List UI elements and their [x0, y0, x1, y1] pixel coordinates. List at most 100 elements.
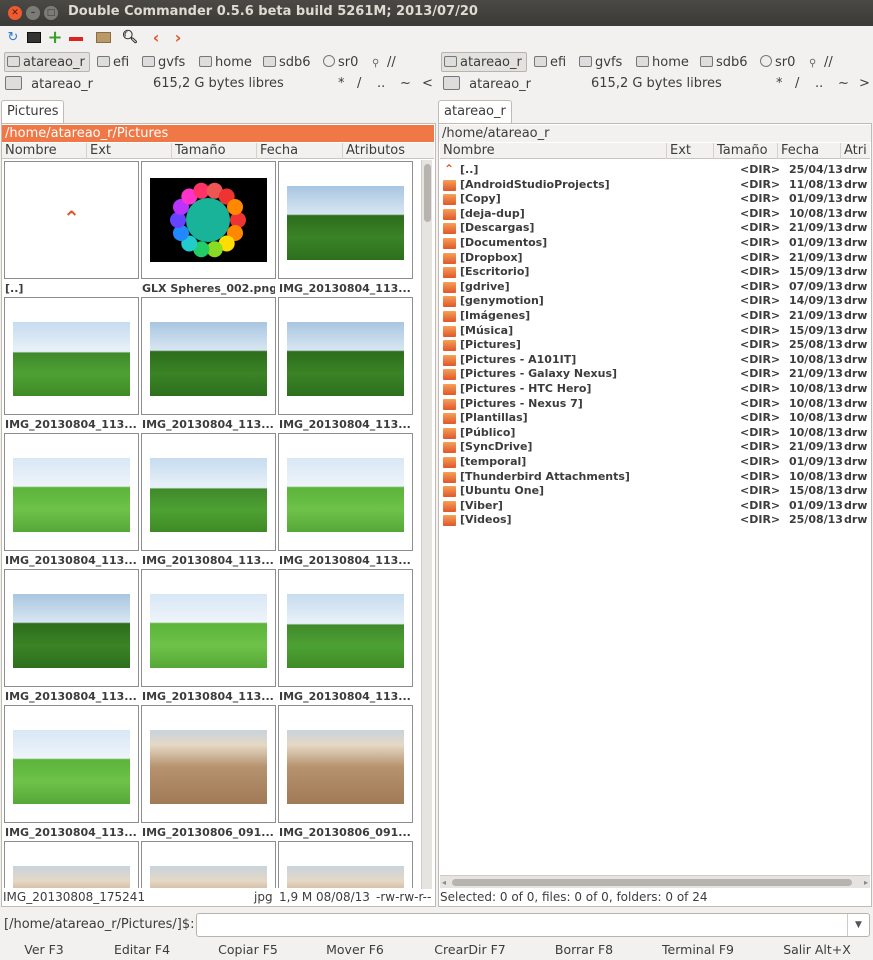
chevron-down-icon[interactable]: ▼: [847, 914, 869, 936]
nav-slash-button[interactable]: /: [357, 76, 361, 91]
file-row[interactable]: [Plantillas] <DIR> 10/08/13 drw: [441, 411, 869, 426]
move-f6-button[interactable]: Mover F6: [310, 942, 400, 957]
file-row[interactable]: [gdrive] <DIR> 07/09/13 drw: [441, 280, 869, 295]
nav-history-button[interactable]: >: [859, 76, 870, 91]
file-row[interactable]: [temporal] <DIR> 01/09/13 drw: [441, 455, 869, 470]
delete-f8-button[interactable]: Borrar F8: [538, 942, 630, 957]
terminal-f9-button[interactable]: Terminal F9: [652, 942, 744, 957]
right-horizontal-scrollbar[interactable]: ◂ ▸: [440, 875, 870, 888]
drive-button[interactable]: sr0: [757, 52, 800, 72]
file-row[interactable]: [Documentos] <DIR> 01/09/13 drw: [441, 236, 869, 251]
file-row[interactable]: [Pictures - Nexus 7] <DIR> 10/08/13 drw: [441, 397, 869, 412]
file-row[interactable]: [Dropbox] <DIR> 21/09/13 drw: [441, 251, 869, 266]
thumbnail-item[interactable]: IMG_20130804_113...: [277, 296, 414, 432]
file-row[interactable]: [Copy] <DIR> 01/09/13 drw: [441, 192, 869, 207]
drive-button[interactable]: home: [196, 52, 257, 72]
terminal-icon[interactable]: [25, 29, 43, 47]
thumbnail-item[interactable]: IMG_20130804_113...: [3, 568, 140, 704]
nav-parent-button[interactable]: ..: [815, 76, 823, 91]
thumbnail-item[interactable]: IMG_20130804_113...: [140, 568, 277, 704]
minimize-icon[interactable]: –: [26, 6, 40, 20]
drive-button[interactable]: sdb6: [697, 52, 753, 72]
thumbnail-item[interactable]: IMG_20130804_113...: [3, 432, 140, 568]
file-row[interactable]: [Thunderbird Attachments] <DIR> 10/08/13 dr…: [441, 470, 869, 485]
file-row[interactable]: [genymotion] <DIR> 14/09/13 drw: [441, 294, 869, 309]
nav-history-button[interactable]: <: [422, 76, 433, 91]
nav-home-button[interactable]: ~: [838, 76, 849, 91]
mkdir-f7-button[interactable]: CrearDir F7: [424, 942, 516, 957]
right-path-bar[interactable]: /home/atareao_r: [439, 125, 871, 142]
drive-button[interactable]: efi: [94, 52, 134, 72]
drive-icon[interactable]: [443, 76, 460, 90]
left-path-bar[interactable]: /home/atareao_r/Pictures: [2, 125, 434, 142]
file-row[interactable]: [AndroidStudioProjects] <DIR> 11/08/13 drw: [441, 178, 869, 193]
thumbnail-item[interactable]: IMG_20130804_113...: [140, 296, 277, 432]
drive-button[interactable]: atareao_r: [4, 52, 90, 72]
drive-icon[interactable]: [5, 76, 22, 90]
scrollbar-thumb[interactable]: [424, 164, 431, 222]
folder-icon[interactable]: [94, 29, 112, 47]
thumbnail-item[interactable]: IMG_20130804_113...: [277, 568, 414, 704]
thumbnail-item[interactable]: [3, 840, 140, 888]
left-vertical-scrollbar[interactable]: [421, 160, 432, 889]
command-input[interactable]: ▼: [196, 913, 870, 937]
thumbnail-item[interactable]: ⌃ [..]: [3, 160, 140, 296]
thumbnail-item[interactable]: [140, 840, 277, 888]
file-row[interactable]: [Descargas] <DIR> 21/09/13 drw: [441, 221, 869, 236]
file-row[interactable]: [Escritorio] <DIR> 15/09/13 drw: [441, 265, 869, 280]
thumbnail-item[interactable]: GLX Spheres_002.png: [140, 160, 277, 296]
file-row[interactable]: [Pictures - Galaxy Nexus] <DIR> 21/09/13 dr…: [441, 367, 869, 382]
scroll-right-icon[interactable]: ▸: [864, 878, 868, 887]
column-ext[interactable]: Ext: [87, 143, 172, 159]
column-attributes[interactable]: Atributos: [343, 143, 434, 159]
file-row[interactable]: [Pictures - A101IT] <DIR> 10/08/13 drw: [441, 353, 869, 368]
file-row[interactable]: ⌃ [..] <DIR> 25/04/13 drw: [441, 162, 869, 178]
tab-pictures[interactable]: Pictures: [1, 100, 65, 124]
drive-button[interactable]: sr0: [320, 52, 363, 72]
drive-button[interactable]: sdb6: [260, 52, 316, 72]
forward-icon[interactable]: ›: [169, 29, 187, 47]
thumbnail-item[interactable]: IMG_20130806_091...: [140, 704, 277, 840]
maximize-icon[interactable]: □: [44, 6, 58, 20]
file-row[interactable]: [Público] <DIR> 10/08/13 drw: [441, 426, 869, 441]
file-row[interactable]: [Música] <DIR> 15/09/13 drw: [441, 324, 869, 339]
scroll-left-icon[interactable]: ◂: [442, 878, 446, 887]
copy-f5-button[interactable]: Copiar F5: [203, 942, 293, 957]
file-row[interactable]: [Pictures] <DIR> 25/08/13 drw: [441, 338, 869, 353]
drive-button[interactable]: gvfs: [576, 52, 627, 72]
thumbnail-item[interactable]: IMG_20130804_113...: [140, 432, 277, 568]
back-icon[interactable]: ‹: [147, 29, 165, 47]
nav-root-button[interactable]: *: [338, 76, 345, 91]
remove-icon[interactable]: [67, 29, 85, 47]
nav-root-button[interactable]: *: [776, 76, 783, 91]
drive-button[interactable]: efi: [531, 52, 571, 72]
file-row[interactable]: [Pictures - HTC Hero] <DIR> 10/08/13 drw: [441, 382, 869, 397]
edit-f4-button[interactable]: Editar F4: [97, 942, 187, 957]
close-icon[interactable]: ✕: [8, 6, 22, 20]
thumbnail-item[interactable]: IMG_20130804_113...: [3, 704, 140, 840]
thumbnail-item[interactable]: IMG_20130806_091...: [277, 704, 414, 840]
tab-atareao[interactable]: atareao_r: [438, 100, 512, 124]
drive-button[interactable]: atareao_r: [441, 52, 527, 72]
file-row[interactable]: [SyncDrive] <DIR> 21/09/13 drw: [441, 440, 869, 455]
drive-button[interactable]: ⚲//: [369, 52, 401, 72]
column-size[interactable]: Tamaño: [172, 143, 257, 159]
file-row[interactable]: [Viber] <DIR> 01/09/13 drw: [441, 499, 869, 514]
refresh-icon[interactable]: ↻: [4, 29, 22, 47]
view-f3-button[interactable]: Ver F3: [0, 942, 88, 957]
column-attributes[interactable]: Atri: [841, 143, 870, 159]
file-row[interactable]: [deja-dup] <DIR> 10/08/13 drw: [441, 207, 869, 222]
nav-slash-button[interactable]: /: [795, 76, 799, 91]
exit-button[interactable]: Salir Alt+X: [771, 942, 863, 957]
file-row[interactable]: [Imágenes] <DIR> 21/09/13 drw: [441, 309, 869, 324]
nav-home-button[interactable]: ~: [400, 76, 411, 91]
column-name[interactable]: Nombre: [2, 143, 87, 159]
drive-button[interactable]: home: [633, 52, 694, 72]
search-icon[interactable]: 🔍︎: [121, 29, 139, 47]
add-icon[interactable]: +: [46, 29, 64, 47]
file-row[interactable]: [Videos] <DIR> 25/08/13 drw: [441, 513, 869, 528]
file-row[interactable]: [Ubuntu One] <DIR> 15/08/13 drw: [441, 484, 869, 499]
thumbnail-item[interactable]: [277, 840, 414, 888]
nav-parent-button[interactable]: ..: [377, 76, 385, 91]
thumbnail-item[interactable]: IMG_20130804_113...: [3, 296, 140, 432]
